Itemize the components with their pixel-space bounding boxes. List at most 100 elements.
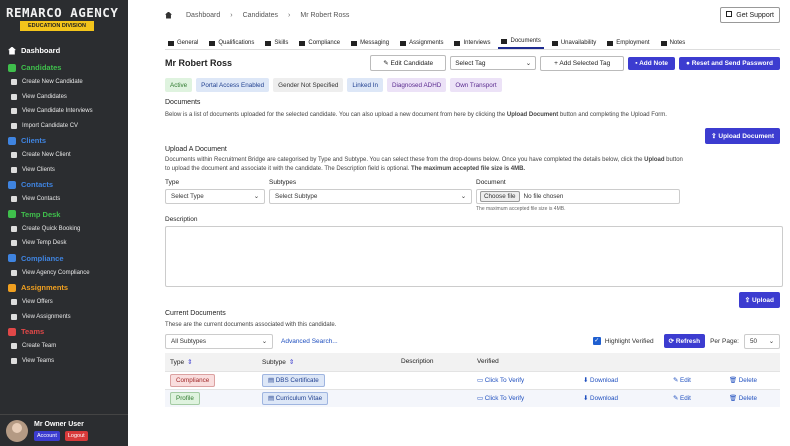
tab-compliance[interactable]: Compliance: [296, 40, 343, 49]
sidebar-item-create-quick-booking[interactable]: Create Quick Booking: [0, 222, 128, 237]
reset-password-button[interactable]: ● Reset and Send Password: [678, 56, 780, 70]
column-header[interactable]: Type ⇕: [165, 353, 257, 371]
download-label: Download: [590, 394, 619, 402]
tab-documents[interactable]: Documents: [498, 38, 544, 49]
menu-item-icon: [11, 93, 17, 100]
type-label: Type: [165, 179, 180, 186]
sidebar-item-view-offers[interactable]: View Offers: [0, 295, 128, 310]
status-badge: Diagnosed ADHD: [386, 78, 447, 92]
upload-button[interactable]: ⇪ Upload: [738, 292, 780, 308]
sidebar-item-label: View Agency Compliance: [22, 269, 90, 276]
sidebar-item-create-team[interactable]: Create Team: [0, 339, 128, 354]
menu-item-icon: [11, 299, 17, 306]
edit-link[interactable]: ✎ Edit: [673, 377, 691, 384]
account-label: Account: [37, 432, 57, 439]
highlight-verified-checkbox[interactable]: ✓: [592, 337, 601, 345]
sidebar-item-view-agency-compliance[interactable]: View Agency Compliance: [0, 266, 128, 281]
subtype-select[interactable]: Select Subtype ⌄: [269, 189, 472, 204]
upload-document-button[interactable]: ⇪ Upload Document: [705, 128, 780, 144]
section-icon: [8, 283, 16, 292]
account-button[interactable]: Account: [34, 430, 60, 441]
advanced-search-link[interactable]: Advanced Search...: [281, 338, 338, 345]
download-link[interactable]: ⬇ Download: [583, 377, 618, 384]
sidebar-section-clients[interactable]: Clients: [0, 133, 128, 148]
sidebar-item-create-new-client[interactable]: Create New Client: [0, 148, 128, 163]
refresh-button[interactable]: ⟳ Refresh: [663, 334, 706, 348]
sidebar-item-label: View Candidate Interviews: [22, 108, 93, 115]
tab-notes[interactable]: Notes: [658, 40, 689, 49]
sidebar-item-label: View Assignments: [22, 313, 71, 320]
type-select[interactable]: Select Type ⌄: [165, 189, 265, 204]
chevron-right-icon: ›: [230, 11, 233, 19]
column-header[interactable]: Subtype ⇕: [257, 353, 396, 371]
download-link[interactable]: ⬇ Download: [583, 395, 618, 402]
sidebar-item-view-contacts[interactable]: View Contacts: [0, 192, 128, 207]
logout-button[interactable]: Logout: [64, 430, 88, 441]
breadcrumb-dashboard[interactable]: Dashboard: [186, 12, 220, 19]
sidebar-item-import-candidate-cv[interactable]: Import Candidate CV: [0, 119, 128, 134]
tab-interviews[interactable]: Interviews: [451, 40, 493, 49]
per-page-select[interactable]: 50 ⌄: [744, 333, 780, 349]
sidebar-item-create-new-candidate[interactable]: Create New Candidate: [0, 75, 128, 90]
logout-label: Logout: [67, 432, 85, 439]
tab-assignments[interactable]: Assignments: [397, 40, 446, 49]
verify-link[interactable]: ▭ Click To Verify: [477, 377, 524, 384]
highlight-verified-label: Highlight Verified: [604, 337, 654, 345]
sidebar-section-label: Candidates: [21, 63, 62, 72]
delete-link[interactable]: 🗑 Delete: [729, 395, 757, 402]
tab-skills[interactable]: Skills: [262, 40, 291, 49]
sidebar-item-view-candidates[interactable]: View Candidates: [0, 90, 128, 105]
subtype-filter-select[interactable]: All Subtypes ⌄: [165, 333, 273, 349]
tab-label: General: [177, 40, 199, 46]
sidebar-section-compliance[interactable]: Compliance: [0, 251, 128, 266]
tab-icon: [351, 40, 358, 46]
upload-document-label: Upload Document: [718, 133, 774, 140]
description-textarea[interactable]: [165, 226, 783, 287]
add-note-button[interactable]: ▪ Add Note: [628, 56, 675, 70]
get-support-button[interactable]: Get Support: [720, 7, 780, 23]
delete-link[interactable]: 🗑 Delete: [729, 377, 757, 384]
menu-item-icon: [11, 79, 17, 86]
sidebar-item-view-temp-desk[interactable]: View Temp Desk: [0, 236, 128, 251]
add-selected-tag-button[interactable]: + Add Selected Tag: [540, 55, 625, 71]
sidebar-section-label: Temp Desk: [21, 209, 61, 219]
column-header: Description: [396, 353, 472, 371]
tab-qualifications[interactable]: Qualifications: [206, 40, 257, 49]
sidebar-section-contacts[interactable]: Contacts: [0, 177, 128, 192]
tag-select[interactable]: Select Tag ⌄: [450, 56, 537, 70]
sidebar-item-view-assignments[interactable]: View Assignments: [0, 310, 128, 325]
column-header-empty: [724, 353, 780, 371]
tab-general[interactable]: General: [165, 40, 201, 49]
tab-unavailability[interactable]: Unavailability: [549, 40, 599, 49]
current-documents-section: Current Documents These are the current …: [165, 310, 780, 407]
sidebar-section-teams[interactable]: Teams: [0, 324, 128, 339]
edit-candidate-button[interactable]: ✎ Edit Candidate: [370, 55, 447, 71]
tab-messaging[interactable]: Messaging: [348, 40, 392, 49]
file-input[interactable]: Choose file No file chosen: [476, 189, 680, 204]
add-tag-label: Add Selected Tag: [559, 59, 611, 67]
verify-link[interactable]: ▭ Click To Verify: [477, 395, 524, 402]
per-page-label: Per Page:: [710, 337, 739, 345]
upload-desc-bold: Upload: [644, 157, 665, 163]
sidebar-section-temp-desk[interactable]: Temp Desk: [0, 207, 128, 222]
table-row: Compliance ▤ DBS Certificate ▭ Click To Ve…: [165, 370, 780, 389]
tab-label: Interviews: [463, 40, 491, 46]
sidebar-item-view-candidate-interviews[interactable]: View Candidate Interviews: [0, 104, 128, 119]
choose-file-button[interactable]: Choose file: [480, 191, 520, 202]
home-icon[interactable]: [165, 11, 172, 19]
avatar: [6, 419, 28, 442]
upload-desc-1: Documents within Recruitment Bridge are …: [165, 157, 645, 163]
type-cell: Profile: [165, 388, 257, 407]
sidebar-item-view-teams[interactable]: View Teams: [0, 354, 128, 369]
upload-desc-2-bold: The maximum accepted file size is 4MB.: [411, 166, 526, 172]
edit-link[interactable]: ✎ Edit: [673, 395, 691, 402]
sidebar-item-view-clients[interactable]: View Clients: [0, 163, 128, 178]
tab-icon: [454, 40, 461, 46]
desc-bold: Upload Document: [506, 112, 559, 118]
tab-employment[interactable]: Employment: [604, 40, 652, 49]
sidebar-section-assignments[interactable]: Assignments: [0, 280, 128, 295]
sidebar-section-candidates[interactable]: Candidates: [0, 60, 128, 75]
breadcrumb-candidates[interactable]: Candidates: [243, 12, 278, 19]
sidebar-item-dashboard[interactable]: Dashboard: [0, 43, 128, 58]
sidebar-section-label: Teams: [21, 327, 45, 336]
